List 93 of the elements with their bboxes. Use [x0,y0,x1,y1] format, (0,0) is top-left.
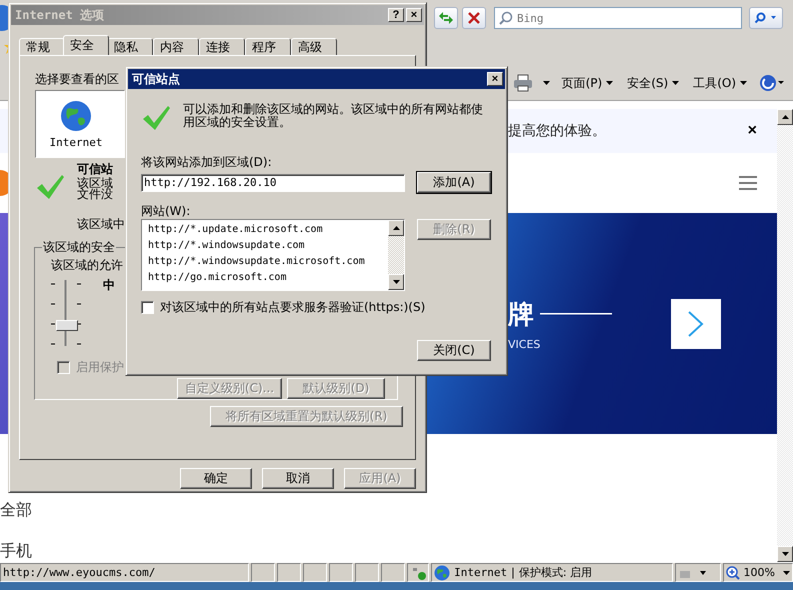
command-menu[interactable]: 安全(S) [625,72,682,94]
globe-icon [60,100,92,132]
page-link[interactable]: 全部 [0,500,32,521]
notification-text: 提高您的体验。 [508,122,607,140]
scroll-down-button[interactable] [777,546,793,562]
group-label: 该区域的安全 [42,240,116,254]
search-button[interactable] [749,7,783,29]
zone-description: 该区域 [77,178,113,189]
tab[interactable]: 连接 [199,38,245,55]
help-icon[interactable] [759,74,785,92]
close-button[interactable]: × [748,122,757,140]
banner-title: 牌 [508,298,534,332]
banner-subtitle: VICES [508,338,540,351]
scroll-down-button[interactable] [388,274,404,290]
slider-thumb[interactable] [56,320,78,331]
website-item[interactable]: http://*.update.microsoft.com [148,222,323,238]
checkbox-label: 对该区域中的所有站点要求服务器验证(https:)(S) [160,300,426,314]
refresh-button[interactable] [434,7,458,29]
status-pane [277,563,302,582]
zoom-level: 100% [744,566,775,579]
status-pane [329,563,354,582]
command-menu[interactable]: 工具(O) [691,72,749,94]
tab[interactable]: 安全 [63,35,109,55]
close-dialog-button[interactable]: 关闭(C) [417,340,491,361]
window-title: Internet 选项 [15,6,106,24]
level-name: 中 [103,278,115,292]
website-item[interactable]: http://*.windowsupdate.com [148,238,305,254]
status-pane [355,563,380,582]
field-label: 将该网站添加到区域(D): [141,155,272,169]
caret-icon [542,81,550,85]
help-button[interactable]: ? [388,8,404,22]
up-arrow-icon [782,115,788,119]
checkbox[interactable] [141,300,154,314]
checkbox-label: 启用保护 [76,360,124,374]
window-title: 可信站点 [132,70,181,88]
zoom-icon [726,566,740,580]
website-item[interactable]: http://*.windowsupdate.microsoft.com [148,254,365,270]
close-button[interactable]: × [406,8,422,22]
website-input-field[interactable]: http://192.168.20.10 [141,174,405,192]
description-text: 可以添加和删除该区域的网站。该区域中的所有网站都使用区域的安全设置。 [183,103,483,129]
security-slider[interactable] [51,278,81,348]
dialog-button[interactable]: 确定 [180,468,252,489]
tab[interactable]: 隐私 [107,38,153,55]
printer-icon[interactable] [512,74,533,92]
close-icon [468,12,480,24]
checkmark-icon [141,103,171,133]
allowed-label: 该区域的允许 [51,258,123,272]
zoom-pane[interactable]: 100% [722,563,793,582]
up-arrow-icon [392,226,400,230]
menu-icon[interactable] [739,176,757,190]
scrollbar[interactable] [388,220,404,290]
scroll-up-button[interactable] [777,109,793,125]
refresh-icon [438,11,454,25]
status-url: http://www.eyoucms.com/ [3,566,156,579]
command-menu[interactable]: 页面(P) [560,72,616,94]
zone-label: Internet [454,566,508,579]
protected-mode-status: 保护模式: 启用 [518,565,592,580]
chevron-right-icon [688,310,704,337]
globe-icon [434,564,450,580]
checkmark-icon [35,172,65,202]
list-label: 网站(W): [141,204,190,218]
zone-name: 可信站 [77,162,113,176]
close-button[interactable]: × [487,72,503,86]
caret-icon [606,81,614,85]
scrollbar[interactable] [777,109,793,562]
website-item[interactable]: http://go.microsoft.com [148,270,286,286]
stop-button[interactable] [462,7,486,29]
dialog-button[interactable]: 取消 [262,468,334,489]
zone-note: 该区域中 [77,217,125,231]
scroll-up-button[interactable] [388,220,404,236]
status-pane [251,563,276,582]
tab[interactable]: 程序 [245,38,291,55]
down-arrow-icon [782,552,788,556]
caret-icon [782,570,790,574]
separator-text: | [511,566,515,579]
down-arrow-icon [392,280,400,284]
status-pane [381,563,406,582]
add-button[interactable]: 添加(A) [417,172,491,193]
page-link[interactable]: 手机 [0,541,32,562]
zone-description: 文件没 [77,189,113,200]
next-slide-button[interactable] [671,298,721,349]
search-field[interactable]: Bing [494,7,742,29]
search-icon [754,12,778,24]
search-icon [499,11,513,25]
divider-line [540,313,612,316]
status-pane [303,563,328,582]
zone-prompt: 选择要查看的区 [35,72,119,86]
tab[interactable]: 内容 [153,38,199,55]
caret-icon [740,81,747,85]
tab[interactable]: 高级 [291,38,337,55]
tab[interactable]: 常规 [19,38,65,55]
websites-list[interactable]: http://*.update.microsoft.com http://*.windowsupdate.com http://*.windowsupdate.microsoft.com http://go.microsoft.com [141,219,405,291]
caret-icon [672,81,680,85]
